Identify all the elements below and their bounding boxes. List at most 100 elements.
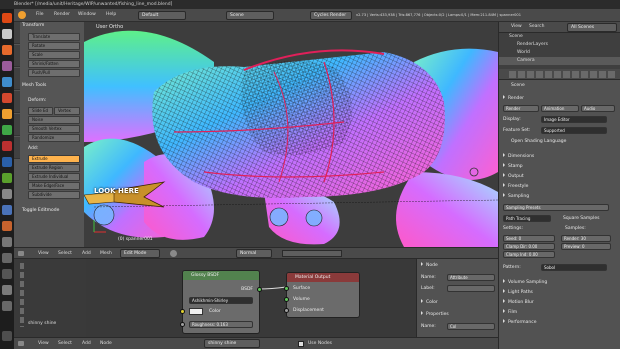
pivot-dropdown[interactable]: Normal	[236, 249, 272, 258]
files-icon[interactable]	[2, 29, 12, 39]
node-properties-panel[interactable]: Properties	[421, 311, 535, 317]
audio-button[interactable]: Audio	[581, 105, 615, 112]
layer-buttons[interactable]	[282, 250, 342, 257]
shrink-fatten-button[interactable]: Shrink/Fatten	[28, 60, 80, 68]
outliner-search-menu[interactable]: Search	[529, 24, 544, 29]
outliner-row-scene[interactable]: Scene	[499, 33, 620, 41]
shading-icon[interactable]	[170, 250, 177, 257]
display-dropdown[interactable]: Image Editor	[541, 116, 607, 123]
slide-vertex-button[interactable]: Vertex	[54, 107, 80, 115]
integrator-dropdown[interactable]: Path Tracing	[503, 215, 551, 222]
blender-icon[interactable]	[2, 109, 12, 119]
app-icon-3[interactable]	[2, 93, 12, 103]
freestyle-panel[interactable]: Freestyle	[503, 183, 617, 189]
displacement-socket[interactable]	[284, 308, 289, 313]
clamp-indirect-field[interactable]: Clamp Ind: 0.00	[503, 251, 555, 258]
prop-name-field[interactable]: Col	[447, 323, 495, 330]
roughness-input-socket[interactable]	[180, 322, 185, 327]
material-output-node[interactable]: Material Output Surface Volume Displacem…	[284, 272, 360, 318]
outliner-row-world[interactable]: World	[499, 49, 620, 57]
blender-logo-icon[interactable]	[18, 11, 26, 19]
extrude-individual-button[interactable]: Extrude Individual	[28, 173, 80, 181]
rotate-button[interactable]: Rotate	[28, 42, 80, 50]
mode-dropdown[interactable]: Edit Mode	[120, 249, 160, 258]
tab-shading[interactable]	[14, 68, 20, 90]
feature-set-dropdown[interactable]: Supported	[541, 127, 607, 134]
app-icon-11[interactable]	[2, 237, 12, 247]
smooth-vertex-button[interactable]: Smooth Vertex	[28, 125, 80, 133]
add-menu[interactable]: Add	[82, 251, 91, 256]
slide-edge-button[interactable]: Slide Ed	[28, 107, 53, 115]
dimensions-panel[interactable]: Dimensions	[503, 153, 617, 159]
roughness-field[interactable]: Roughness: 0.163	[189, 321, 253, 328]
extrude-button[interactable]: Extrude	[28, 155, 80, 163]
tab-grease[interactable]	[14, 114, 20, 136]
app-icon-15[interactable]	[2, 301, 12, 311]
sampling-presets-dropdown[interactable]: Sampling Presets	[503, 204, 609, 211]
app-icon-7[interactable]	[2, 173, 12, 183]
mesh-menu[interactable]: Mesh	[100, 251, 112, 256]
firefox-icon[interactable]	[2, 45, 12, 55]
node-editor[interactable]: Glossy BSDF BSDF Ashikhmin-Shirley Color…	[86, 259, 416, 337]
color-swatch[interactable]	[189, 308, 203, 315]
volume-socket[interactable]	[284, 297, 289, 302]
app-icon-1[interactable]	[2, 61, 12, 71]
app-icon-2[interactable]	[2, 77, 12, 87]
view-menu[interactable]: View	[38, 251, 49, 256]
viewport-3d[interactable]: User Ortho LOOK HERE (0) spanner001	[84, 22, 498, 247]
engine-dropdown[interactable]: Cycles Render	[310, 11, 352, 20]
scene-dropdown[interactable]: Scene	[226, 11, 274, 20]
app-icon-6[interactable]	[2, 157, 12, 167]
scale-button[interactable]: Scale	[28, 51, 80, 59]
render-panel-header[interactable]: Render	[503, 95, 617, 101]
animation-button[interactable]: Animation	[541, 105, 579, 112]
context-tab-icons[interactable]	[509, 71, 615, 78]
trash-icon[interactable]	[2, 331, 12, 341]
translate-button[interactable]: Translate	[28, 33, 80, 41]
node-add-menu[interactable]: Add	[82, 341, 91, 346]
seed-field[interactable]: Seed: 0	[503, 235, 555, 242]
push-pull-button[interactable]: Push/Pull	[28, 69, 80, 77]
app-icon-5[interactable]	[2, 141, 12, 151]
glossy-bsdf-node[interactable]: Glossy BSDF BSDF Ashikhmin-Shirley Color…	[180, 270, 262, 334]
square-samples-checkbox[interactable]: Square Samples	[563, 216, 619, 221]
randomize-button[interactable]: Randomize	[28, 134, 80, 142]
node-tool-tabs[interactable]	[20, 263, 24, 327]
tab-options[interactable]	[14, 91, 20, 113]
app-icon-10[interactable]	[2, 221, 12, 231]
app-icon-13[interactable]	[2, 269, 12, 279]
node-color-panel[interactable]: Color	[421, 299, 535, 305]
preview-samples-field[interactable]: Preview: 0	[561, 243, 611, 250]
extrude-region-button[interactable]: Extrude Region	[28, 164, 80, 172]
tab-tools[interactable]	[14, 22, 20, 44]
select-menu[interactable]: Select	[58, 251, 72, 256]
outliner-row-renderlayers[interactable]: RenderLayers	[499, 41, 620, 49]
transform-header[interactable]: Transform	[22, 23, 44, 28]
surface-socket[interactable]	[284, 286, 289, 291]
osl-checkbox[interactable]: Open Shading Language	[503, 139, 617, 144]
noise-button[interactable]: Noise	[28, 116, 80, 124]
tab-extra[interactable]	[14, 137, 20, 159]
menu-render[interactable]: Render	[54, 12, 70, 17]
outliner-row-camera[interactable]: Camera	[499, 57, 620, 65]
stamp-panel[interactable]: Stamp	[503, 163, 617, 169]
bsdf-output-socket[interactable]	[257, 287, 262, 292]
tab-create[interactable]	[14, 45, 20, 67]
mesh-tools-header[interactable]: Mesh Tools	[22, 83, 46, 88]
editor-type-icon[interactable]	[18, 251, 24, 256]
layout-dropdown[interactable]: Default	[138, 11, 186, 20]
menu-file[interactable]: File	[36, 12, 44, 17]
sampling-panel[interactable]: Sampling	[503, 193, 617, 199]
node-name-field[interactable]: Attribute	[447, 274, 495, 281]
render-samples-field[interactable]: Render: 30	[561, 235, 611, 242]
menu-window[interactable]: Window	[78, 12, 96, 17]
color-input-socket[interactable]	[180, 309, 185, 314]
make-edge-face-button[interactable]: Make Edge/Face	[28, 182, 80, 190]
clamp-direct-field[interactable]: Clamp Dir: 0.00	[503, 243, 555, 250]
toggle-editmode-header[interactable]: Toggle Editmode	[22, 208, 59, 213]
node-panel-header[interactable]: Node	[421, 262, 535, 268]
node-label-field[interactable]	[447, 285, 495, 292]
outliner-view-menu[interactable]: View	[511, 24, 522, 29]
app-icon-9[interactable]	[2, 205, 12, 215]
outliner-filter-dropdown[interactable]: All Scenes	[567, 23, 617, 32]
